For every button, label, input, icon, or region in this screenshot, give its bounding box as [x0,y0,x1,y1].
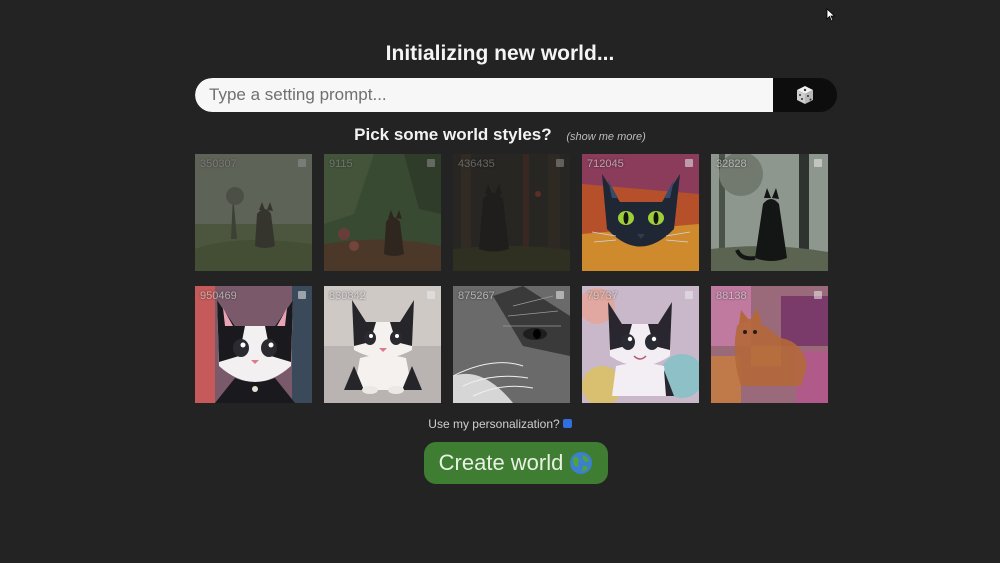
style-checkbox[interactable] [427,159,435,167]
style-tile[interactable]: 712045 [582,154,699,271]
style-tile[interactable]: 350307 [195,154,312,271]
style-image [453,286,570,403]
styles-heading-text: Pick some world styles? [354,125,552,144]
style-tile[interactable]: 88138 [711,286,828,403]
setting-prompt-input[interactable] [195,78,773,112]
style-seed: 875267 [458,290,495,302]
style-image [324,286,441,403]
style-seed: 88138 [716,290,747,302]
style-tile[interactable]: 79737 [582,286,699,403]
dice-icon [797,86,813,104]
style-checkbox[interactable] [556,159,564,167]
style-seed: 950469 [200,290,237,302]
style-image [195,286,312,403]
style-image [195,154,312,271]
style-checkbox[interactable] [814,291,822,299]
random-prompt-button[interactable] [773,78,837,112]
style-checkbox[interactable] [685,291,693,299]
style-image [453,154,570,271]
personalization-label: Use my personalization? [428,417,560,431]
show-more-link[interactable]: (show me more) [566,131,645,143]
style-tile[interactable]: 950469 [195,286,312,403]
style-image [324,154,441,271]
style-image [711,154,828,271]
style-checkbox[interactable] [556,291,564,299]
style-seed: 32828 [716,158,747,170]
style-checkbox[interactable] [685,159,693,167]
style-checkbox[interactable] [427,291,435,299]
style-tile[interactable]: 9115 [324,154,441,271]
style-tile[interactable]: 436435 [453,154,570,271]
personalization-checkbox[interactable] [562,419,572,429]
style-grid: 350307 9115 436435 712045 32828 950469 8… [195,154,828,404]
create-world-button[interactable]: Create world [424,442,608,484]
create-world-label: Create world [438,450,564,475]
style-checkbox[interactable] [814,159,822,167]
styles-heading: Pick some world styles? (show me more) [0,125,1000,145]
style-seed: 712045 [587,158,624,170]
style-image [582,286,699,403]
style-checkbox[interactable] [298,159,306,167]
style-seed: 350307 [200,158,237,170]
style-seed: 830842 [329,290,366,302]
mouse-pointer-icon [826,8,836,22]
style-tile[interactable]: 830842 [324,286,441,403]
globe-icon [570,452,593,474]
style-tile[interactable]: 875267 [453,286,570,403]
style-tile[interactable]: 32828 [711,154,828,271]
style-seed: 436435 [458,158,495,170]
style-seed: 9115 [329,158,353,170]
style-seed: 79737 [587,290,618,302]
style-image [711,286,828,403]
style-image [582,154,699,271]
style-checkbox[interactable] [298,291,306,299]
prompt-bar [195,78,837,112]
personalization-row: Use my personalization? [0,417,1000,431]
page-title: Initializing new world... [385,42,615,65]
